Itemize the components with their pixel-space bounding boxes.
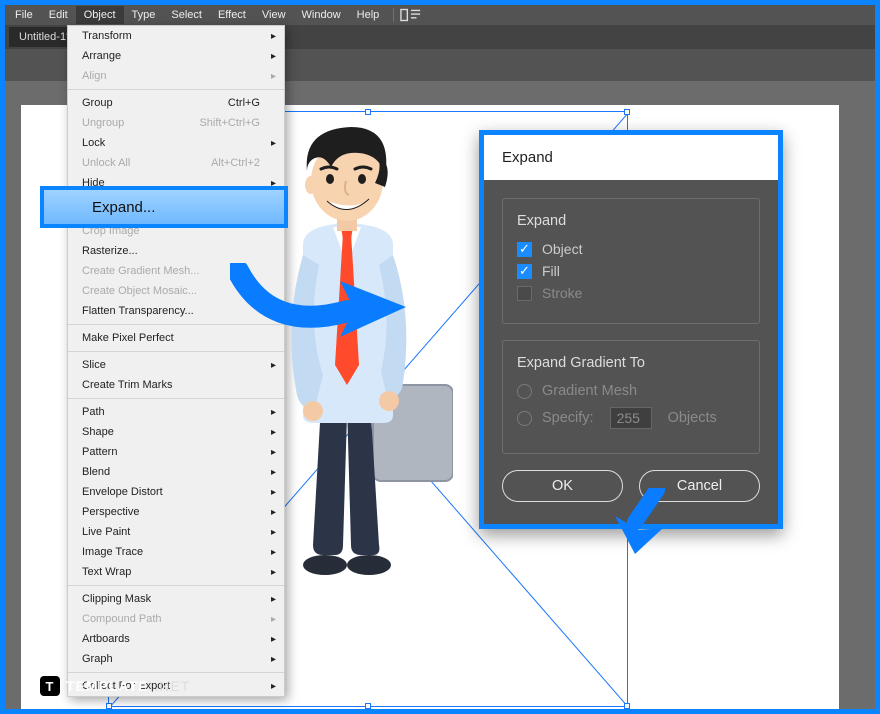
menu-item-window[interactable]: Window xyxy=(294,6,349,24)
menu-bar: File Edit Object Type Select Effect View… xyxy=(5,5,875,25)
expand-menu-highlight[interactable]: Expand... xyxy=(40,186,288,228)
menu-item-align: Align▸ xyxy=(68,66,284,86)
menubar-separator xyxy=(393,8,394,22)
menu-item-file[interactable]: File xyxy=(7,6,41,24)
checkbox-fill[interactable]: Fill xyxy=(517,263,745,279)
menu-item-artboards[interactable]: Artboards▸ xyxy=(68,629,284,649)
checkbox-object[interactable]: Object xyxy=(517,241,745,257)
menu-item-transform[interactable]: Transform▸ xyxy=(68,26,284,46)
menu-item-compound-path: Compound Path▸ xyxy=(68,609,284,629)
ok-button[interactable]: OK xyxy=(502,470,623,502)
expand-group: Expand Object Fill Stroke xyxy=(502,198,760,324)
expand-group-label: Expand xyxy=(517,213,745,229)
menu-item-group[interactable]: GroupCtrl+G xyxy=(68,93,284,113)
annotation-arrow-icon xyxy=(230,263,410,345)
menu-item-object[interactable]: Object xyxy=(76,6,124,24)
watermark-brand: TEMPLATE xyxy=(66,678,148,694)
expand-menu-label: Expand... xyxy=(92,199,155,216)
checkbox-icon xyxy=(517,264,532,279)
gradient-group-label: Expand Gradient To xyxy=(517,355,745,371)
menu-item-effect[interactable]: Effect xyxy=(210,6,254,24)
radio-icon xyxy=(517,411,532,426)
annotation-arrow-icon xyxy=(613,488,673,556)
radio-icon xyxy=(517,384,532,399)
menu-item-clipping-mask[interactable]: Clipping Mask▸ xyxy=(68,589,284,609)
menu-item-type[interactable]: Type xyxy=(124,6,164,24)
checkbox-icon xyxy=(517,242,532,257)
dialog-title: Expand xyxy=(484,135,778,180)
watermark-icon: T xyxy=(40,676,60,696)
expand-dialog: Expand Expand Object Fill Stroke Expand … xyxy=(479,130,783,529)
radio-specify: Specify: 255 Objects xyxy=(517,407,745,429)
expand-gradient-group: Expand Gradient To Gradient Mesh Specify… xyxy=(502,340,760,454)
chevron-right-icon: ▸ xyxy=(271,31,276,42)
menu-item-view[interactable]: View xyxy=(254,6,294,24)
watermark-suffix: .NET xyxy=(154,678,190,694)
specify-value-input: 255 xyxy=(610,407,652,429)
menu-item-help[interactable]: Help xyxy=(349,6,388,24)
document-setup-icon[interactable] xyxy=(400,8,422,22)
watermark: T TEMPLATE .NET xyxy=(40,676,190,696)
checkbox-icon xyxy=(517,286,532,301)
menu-item-arrange[interactable]: Arrange▸ xyxy=(68,46,284,66)
menu-item-select[interactable]: Select xyxy=(163,6,210,24)
menu-item-graph[interactable]: Graph▸ xyxy=(68,649,284,669)
menu-item-edit[interactable]: Edit xyxy=(41,6,76,24)
checkbox-stroke: Stroke xyxy=(517,285,745,301)
radio-gradient-mesh: Gradient Mesh xyxy=(517,383,745,399)
